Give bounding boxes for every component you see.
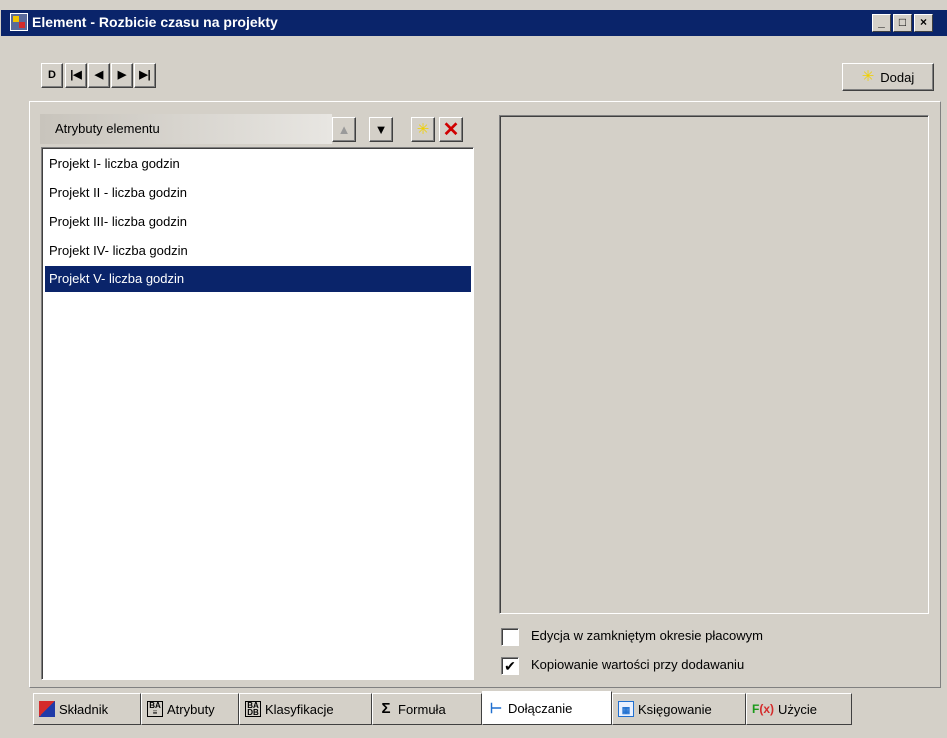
tab-label: Księgowanie: [638, 701, 712, 717]
move-down-button[interactable]: ▼: [369, 117, 393, 142]
tab-klasyfikacje[interactable]: BA DB Klasyfikacje: [239, 693, 372, 725]
tab-ksiegowanie[interactable]: ▦ Księgowanie: [612, 693, 746, 725]
arrow-down-icon: ▼: [374, 122, 388, 137]
add-attribute-button[interactable]: ✳: [411, 117, 435, 142]
copy-on-add-label: Kopiowanie wartości przy dodawaniu: [531, 657, 745, 672]
tab-label: Dołączanie: [508, 700, 573, 716]
ledger-icon: ▦: [618, 701, 634, 717]
tab-dolaczanie[interactable]: ⊢ Dołączanie: [482, 691, 612, 725]
edit-closed-period-label: Edycja w zamkniętym okresie płacowym: [531, 628, 763, 643]
maximize-button[interactable]: □: [893, 14, 912, 32]
next-record-button[interactable]: ▶: [111, 63, 133, 88]
star-icon: ✳: [861, 68, 875, 85]
attach-icon: ⊢: [489, 700, 503, 716]
first-record-button[interactable]: |◀: [65, 63, 87, 88]
checkmark-icon: ✔: [504, 658, 516, 674]
attributes-header: Atrybuty elementu: [40, 114, 332, 144]
component-icon: [39, 701, 55, 717]
attributes-icon: BA ≡: [147, 701, 163, 717]
main-window: Element - Rozbicie czasu na projekty _ □…: [0, 0, 947, 738]
previous-record-button[interactable]: ◀: [88, 63, 110, 88]
close-button[interactable]: ×: [914, 14, 933, 32]
list-item[interactable]: Projekt IV- liczba godzin: [45, 238, 471, 264]
list-item[interactable]: Projekt I- liczba godzin: [45, 151, 471, 177]
tab-label: Atrybuty: [167, 701, 215, 717]
delete-icon: ✕: [442, 119, 460, 141]
tab-label: Składnik: [59, 701, 109, 717]
tab-label: Użycie: [778, 701, 818, 717]
star-icon: ✳: [416, 120, 430, 138]
add-button-label: Dodaj: [880, 69, 915, 85]
tab-formula[interactable]: Σ Formuła: [372, 693, 482, 725]
classification-icon: BA DB: [245, 701, 261, 717]
attributes-header-label: Atrybuty elementu: [55, 121, 160, 136]
delete-attribute-button[interactable]: ✕: [439, 117, 463, 142]
tab-skladnik[interactable]: Składnik: [33, 693, 141, 725]
minimize-button[interactable]: _: [872, 14, 891, 32]
formula-icon: Σ: [381, 700, 391, 717]
tab-uzycie[interactable]: F(x) Użycie: [746, 693, 852, 725]
copy-on-add-checkbox[interactable]: ✔: [501, 657, 519, 675]
window-title: Element - Rozbicie czasu na projekty: [32, 14, 278, 30]
title-bar[interactable]: Element - Rozbicie czasu na projekty _ □…: [1, 10, 947, 36]
list-item[interactable]: Projekt V- liczba godzin: [45, 266, 471, 292]
tab-label: Klasyfikacje: [265, 701, 334, 717]
app-icon[interactable]: [10, 13, 28, 31]
list-item[interactable]: Projekt II - liczba godzin: [45, 180, 471, 206]
attributes-list[interactable]: Projekt I- liczba godzin Projekt II - li…: [41, 147, 474, 680]
edit-closed-period-checkbox[interactable]: [501, 628, 519, 646]
tab-label: Formuła: [398, 701, 446, 717]
list-item[interactable]: Projekt III- liczba godzin: [45, 209, 471, 235]
attribute-detail-panel: [499, 115, 929, 614]
add-button[interactable]: ✳ Dodaj: [842, 63, 934, 91]
new-record-button[interactable]: D: [41, 63, 63, 88]
last-record-button[interactable]: ▶|: [134, 63, 156, 88]
tab-atrybuty[interactable]: BA ≡ Atrybuty: [141, 693, 239, 725]
function-icon: F(x): [752, 702, 775, 716]
arrow-up-icon: ▲: [337, 122, 351, 137]
move-up-button[interactable]: ▲: [332, 117, 356, 142]
